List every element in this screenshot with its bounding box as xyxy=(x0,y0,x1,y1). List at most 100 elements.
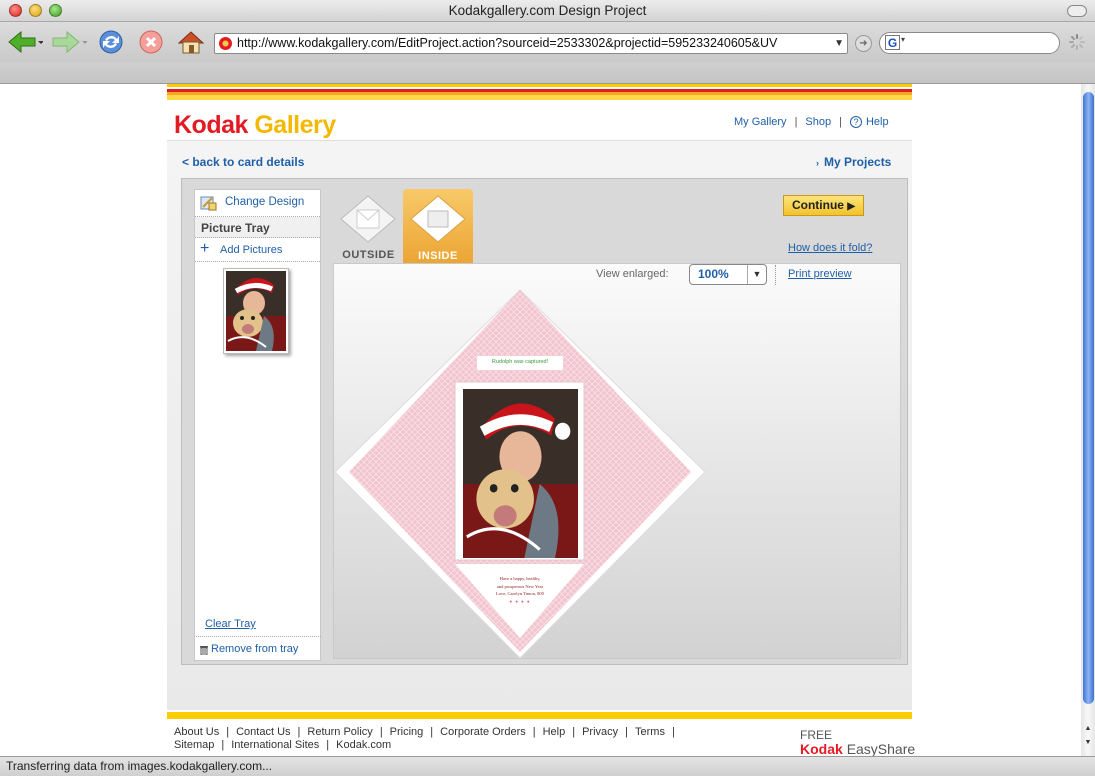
tray-header: Picture Tray xyxy=(195,217,320,238)
remove-from-tray-button[interactable]: Remove from tray xyxy=(196,636,321,660)
nav-help[interactable]: Help xyxy=(866,116,889,128)
footer-link[interactable]: Return Policy xyxy=(307,726,372,738)
footer-link[interactable]: Sitemap xyxy=(174,739,214,751)
footer-separator: | xyxy=(297,726,301,738)
footer-link[interactable]: Contact Us xyxy=(236,726,290,738)
my-projects-label: My Projects xyxy=(824,155,892,169)
forward-button[interactable] xyxy=(50,28,88,56)
tray-photo-thumbnail[interactable] xyxy=(223,268,289,354)
minimize-window-button[interactable] xyxy=(29,4,42,17)
scrollbar-thumb[interactable] xyxy=(1083,92,1094,704)
footer-link[interactable]: Corporate Orders xyxy=(440,726,526,738)
footer-link[interactable]: Help xyxy=(543,726,566,738)
card-ornament: ● ● ● ● xyxy=(509,598,531,604)
top-nav: My Gallery | Shop |? Help xyxy=(734,116,889,128)
history-dropdown-icon[interactable]: ▼ xyxy=(834,34,844,53)
window-title: Kodakgallery.com Design Project xyxy=(448,3,647,18)
footer-separator: | xyxy=(379,726,383,738)
address-bar[interactable]: http://www.kodakgallery.com/EditProject.… xyxy=(214,33,848,54)
back-button[interactable] xyxy=(6,28,44,56)
tab-inside-label: INSIDE xyxy=(418,250,458,262)
tab-outside[interactable]: OUTSIDE xyxy=(336,190,401,262)
inside-card-icon xyxy=(410,195,466,243)
footer-separator: | xyxy=(226,726,230,738)
change-design-button[interactable]: Change Design xyxy=(195,190,320,217)
logo-gallery-text: Gallery xyxy=(254,111,336,139)
forward-arrow-icon xyxy=(52,30,87,54)
footer-link[interactable]: Pricing xyxy=(390,726,424,738)
nav-separator: | xyxy=(794,116,798,128)
close-window-button[interactable] xyxy=(9,4,22,17)
footer-row: Sitemap | International Sites | Kodak.com xyxy=(174,739,682,752)
nav-shop[interactable]: Shop xyxy=(805,116,831,128)
view-enlarged-label: View enlarged: xyxy=(596,268,669,280)
engine-dropdown-icon[interactable]: ▾ xyxy=(901,35,905,44)
footer-row: About Us | Contact Us | Return Policy | Pricin… xyxy=(174,726,682,739)
add-pictures-button[interactable]: + Add Pictures xyxy=(195,238,320,262)
toolbar-toggle-button[interactable] xyxy=(1067,5,1087,17)
easyshare-product-text: EasyShare xyxy=(846,741,916,757)
card-preview-canvas: Rudolph was captured! Have a happy, heal… xyxy=(333,263,901,659)
footer-separator: | xyxy=(430,726,434,738)
site-favicon-icon xyxy=(219,37,232,50)
card-message-line: Have a happy, healthy, xyxy=(499,576,541,581)
tab-inside[interactable]: INSIDE xyxy=(403,189,473,263)
tray-photo-image xyxy=(226,271,286,351)
continue-label: Continue xyxy=(791,198,844,212)
print-preview-link[interactable]: Print preview xyxy=(788,268,852,280)
how-does-it-fold-link[interactable]: How does it fold? xyxy=(788,242,872,254)
reload-icon xyxy=(99,30,123,54)
zoom-value: 100% xyxy=(698,267,729,281)
nav-my-gallery[interactable]: My Gallery xyxy=(734,116,787,128)
footer-separator: | xyxy=(326,738,330,751)
play-arrow-icon: ▶ xyxy=(847,201,856,212)
footer-link[interactable]: Kodak.com xyxy=(336,739,391,751)
help-icon[interactable]: ? xyxy=(849,116,862,128)
stop-icon xyxy=(139,30,163,54)
status-text: Transferring data from images.kodakgalle… xyxy=(6,759,273,773)
footer-separator: | xyxy=(221,738,225,751)
continue-button[interactable]: Continue ▶ xyxy=(783,195,864,216)
back-arrow-icon xyxy=(8,30,43,54)
clear-tray-link[interactable]: Clear Tray xyxy=(205,618,256,630)
stop-button[interactable] xyxy=(137,28,165,56)
card-main-photo[interactable] xyxy=(463,389,578,558)
easyshare-kodak-text: Kodak xyxy=(800,741,843,757)
home-icon xyxy=(177,31,205,54)
picture-tray: Change Design Picture Tray + Add Picture… xyxy=(194,189,321,661)
card-message-line: Love, Carolyn Timon, 800 xyxy=(496,591,544,596)
nav-separator: | xyxy=(839,116,842,128)
home-button[interactable] xyxy=(177,28,205,56)
card-banner-text: Rudolph was captured! xyxy=(491,359,549,365)
remove-from-tray-label: Remove from tray xyxy=(211,643,299,655)
scroll-arrows-icon[interactable]: ▲ ▼ xyxy=(1082,722,1094,754)
card-message-line: and prosperous New Year xyxy=(496,583,544,589)
footer-link[interactable]: Terms xyxy=(635,726,665,738)
zoom-window-button[interactable] xyxy=(49,4,62,17)
go-arrow-icon[interactable]: ➜ xyxy=(855,35,872,52)
my-projects-link[interactable]: › My Projects xyxy=(816,155,891,169)
footer-link[interactable]: About Us xyxy=(174,726,219,738)
search-field[interactable]: G ▾ xyxy=(879,32,1060,54)
change-design-icon xyxy=(200,196,217,211)
footer-separator: | xyxy=(625,726,629,738)
footer-link[interactable]: Privacy xyxy=(582,726,618,738)
logo-kodak-text: Kodak xyxy=(174,111,248,139)
picture-tray-title: Picture Tray xyxy=(201,221,270,235)
outside-card-icon xyxy=(340,195,396,243)
search-engine-icon[interactable]: G xyxy=(885,35,900,50)
footer-separator: | xyxy=(671,726,675,738)
change-design-label: Change Design xyxy=(225,196,305,208)
status-bar: Transferring data from images.kodakgalle… xyxy=(0,756,1095,776)
reload-button[interactable] xyxy=(97,28,125,56)
kodak-easyshare-logo[interactable]: Kodak EasyShare xyxy=(800,741,915,757)
card-layout xyxy=(334,289,706,659)
divider xyxy=(775,265,776,285)
trash-icon xyxy=(200,646,208,655)
kodak-gallery-logo[interactable]: Kodak Gallery xyxy=(174,110,336,140)
plus-icon: + xyxy=(200,240,210,257)
footer-links: About Us | Contact Us | Return Policy | Pricin… xyxy=(174,726,682,751)
dropdown-arrow-icon[interactable]: ▼ xyxy=(747,265,766,284)
back-to-card-details-link[interactable]: < back to card details xyxy=(182,155,304,169)
footer-link[interactable]: International Sites xyxy=(231,739,319,751)
